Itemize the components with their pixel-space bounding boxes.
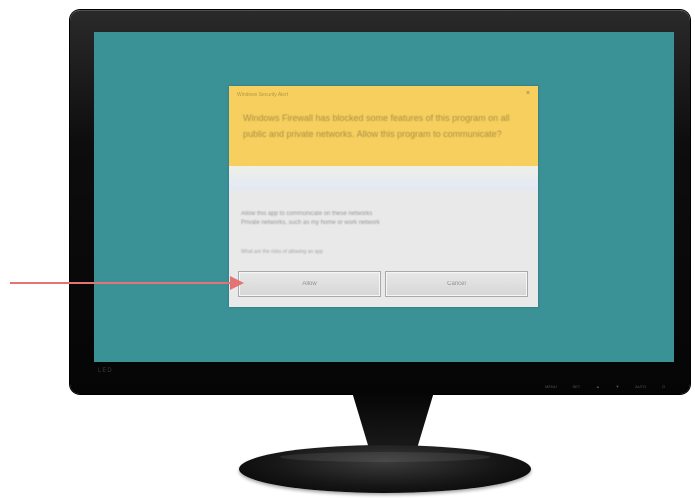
warning-message: Windows Firewall has blocked some featur…	[243, 113, 510, 139]
monitor-brand-label: LED	[98, 368, 113, 374]
dialog-title: Windows Security Alert	[237, 92, 289, 98]
monitor-control-set[interactable]: SET	[572, 384, 580, 389]
monitor-control-menu[interactable]: MENU	[545, 384, 557, 389]
dialog-separator-band	[229, 166, 538, 190]
monitor-control-buttons: MENU SET ▲ ▼ AUTO O	[545, 382, 665, 390]
network-option-line: Allow this app to communicate on these n…	[241, 211, 373, 217]
security-alert-dialog: Windows Security Alert × Windows Firewal…	[229, 86, 538, 307]
annotation-arrow-line	[10, 282, 232, 284]
cancel-button[interactable]: Cancel	[385, 271, 528, 297]
monitor-control-up[interactable]: ▲	[596, 384, 600, 389]
close-icon[interactable]: ×	[526, 90, 530, 97]
monitor-stand-neck	[352, 392, 434, 452]
cancel-button-label: Cancel	[447, 281, 466, 287]
monitor-control-auto[interactable]: AUTO	[635, 384, 646, 389]
allow-button[interactable]: Allow	[238, 271, 381, 297]
monitor-stand-highlight	[280, 452, 490, 462]
network-options: Allow this app to communicate on these n…	[241, 210, 531, 228]
annotation-arrow-head	[230, 276, 244, 290]
monitor-power-button[interactable]: O	[662, 384, 665, 389]
allow-button-label: Allow	[302, 281, 317, 287]
warning-header: Windows Security Alert × Windows Firewal…	[229, 86, 538, 166]
monitor-control-down[interactable]: ▼	[616, 384, 620, 389]
risks-link[interactable]: What are the risks of allowing an app	[241, 249, 441, 255]
network-option-line[interactable]: Private networks, such as my home or wor…	[241, 219, 531, 228]
